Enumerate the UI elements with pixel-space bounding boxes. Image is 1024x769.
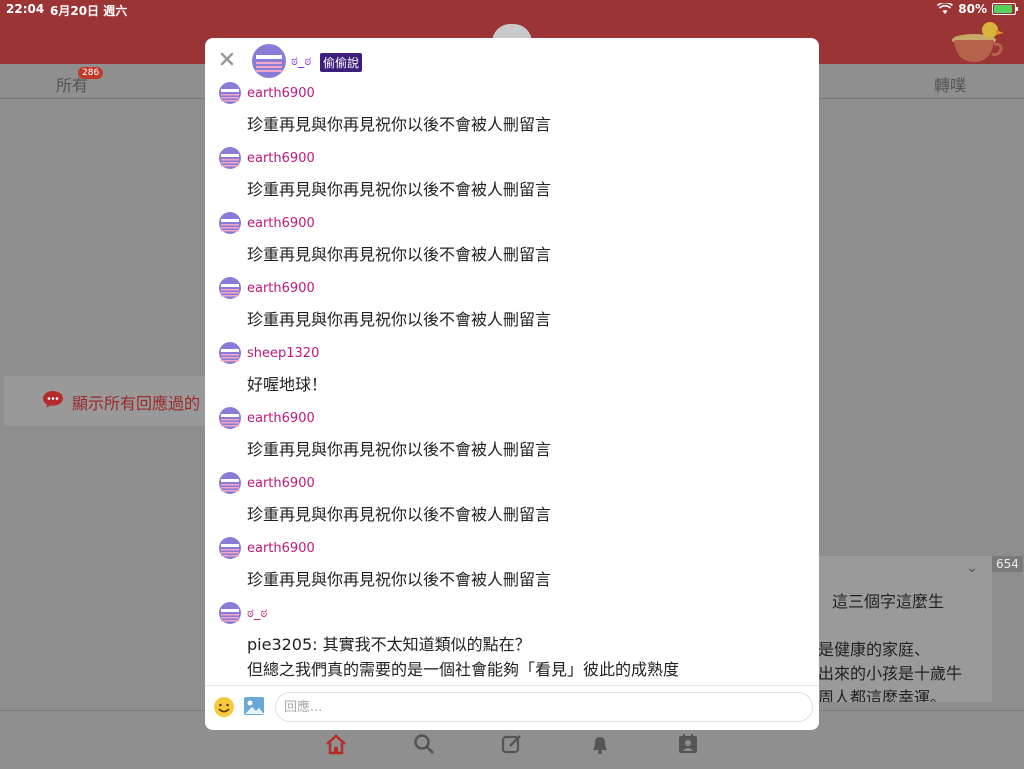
reply-input[interactable]	[275, 692, 813, 722]
commenter-name[interactable]: earth6900	[247, 216, 315, 231]
reply-filter-card[interactable]: 顯示所有回應過的	[4, 376, 214, 426]
battery-icon	[992, 3, 1018, 15]
comment-item: ಠ_ಠ pie3205: 其實我不太知道類似的點在？ 但總之我們真的需要的是一個社會…	[205, 602, 819, 679]
commenter-name[interactable]: earth6900	[247, 411, 315, 426]
responses-modal: ಠ_ಠ 偷偷說 earth6900 珍重再見與你再見祝你以後不會被人刪留言 eart…	[205, 38, 819, 730]
comment-line: 珍重再見與你再見祝你以後不會被人刪留言	[247, 505, 552, 524]
commenter-name[interactable]: earth6900	[247, 476, 315, 491]
owner-avatar[interactable]	[252, 44, 286, 78]
commenter-name[interactable]: earth6900	[247, 281, 315, 296]
comment-list: earth6900 珍重再見與你再見祝你以後不會被人刪留言 earth6900 珍重再…	[205, 82, 819, 685]
status-time: 22:04	[6, 2, 45, 16]
comment-line: 珍重再見與你再見祝你以後不會被人刪留言	[247, 440, 552, 459]
battery-percent: 80%	[958, 2, 987, 16]
commenter-name[interactable]: earth6900	[247, 541, 315, 556]
commenter-avatar[interactable]	[219, 342, 241, 364]
commenter-avatar[interactable]	[219, 537, 241, 559]
emoji-icon[interactable]	[213, 696, 235, 718]
comment-item: earth6900 珍重再見與你再見祝你以後不會被人刪留言	[205, 82, 819, 147]
comment-item: earth6900 珍重再見與你再見祝你以後不會被人刪留言	[205, 472, 819, 537]
reply-filter-text: 顯示所有回應過的	[72, 394, 201, 413]
comment-line: 珍重再見與你再見祝你以後不會被人刪留言	[247, 310, 552, 329]
comment-text: pie3205: 其實我不太知道類似的點在？ 但總之我們真的需要的是一個社會能夠「…	[247, 632, 679, 682]
comment-text: 珍重再見與你再見祝你以後不會被人刪留言	[247, 177, 551, 202]
commenter-avatar[interactable]	[219, 602, 241, 624]
comment-line: 珍重再見與你再見祝你以後不會被人刪留言	[247, 115, 552, 134]
compose-icon[interactable]	[501, 733, 523, 755]
comment-item: earth6900 珍重再見與你再見祝你以後不會被人刪留言	[205, 277, 819, 342]
post-text-line: 是健康的家庭、	[818, 640, 931, 659]
image-upload-icon[interactable]	[243, 695, 265, 717]
commenter-avatar[interactable]	[219, 212, 241, 234]
comment-bubble-icon	[43, 391, 63, 408]
owner-name[interactable]: ಠ_ಠ	[291, 54, 311, 69]
post-text-line: 這三個字這麼生	[832, 592, 945, 611]
modal-header: ಠ_ಠ 偷偷說	[205, 38, 819, 82]
comment-text: 珍重再見與你再見祝你以後不會被人刪留言	[247, 112, 551, 137]
post-response-count: 654	[992, 556, 1023, 572]
comment-line: 珍重再見與你再見祝你以後不會被人刪留言	[247, 180, 552, 199]
comment-line: 珍重再見與你再見祝你以後不會被人刪留言	[247, 570, 552, 589]
comment-text: 珍重再見與你再見祝你以後不會被人刪留言	[247, 242, 551, 267]
post-text-line: 周人都這麼幸運。	[818, 688, 947, 702]
background-post-card[interactable]: 這三個字這麼生 是健康的家庭、 出來的小孩是十歲牛 周人都這麼幸運。	[818, 556, 992, 702]
comment-text: 珍重再見與你再見祝你以後不會被人刪留言	[247, 502, 551, 527]
reply-composer	[205, 685, 819, 730]
comment-text: 珍重再見與你再見祝你以後不會被人刪留言	[247, 567, 551, 592]
commenter-name[interactable]: ಠ_ಠ	[247, 606, 267, 621]
bell-icon[interactable]	[589, 733, 611, 755]
comment-item: earth6900 珍重再見與你再見祝你以後不會被人刪留言	[205, 537, 819, 602]
comment-text: 珍重再見與你再見祝你以後不會被人刪留言	[247, 437, 551, 462]
commenter-avatar[interactable]	[219, 82, 241, 104]
commenter-name[interactable]: earth6900	[247, 86, 315, 101]
status-right: 80%	[937, 2, 1018, 16]
profile-icon[interactable]	[677, 733, 699, 755]
home-icon[interactable]	[325, 733, 347, 755]
chevron-down-icon[interactable]: ⌄	[966, 560, 978, 576]
search-icon[interactable]	[413, 733, 435, 755]
tab-all-badge: 286	[78, 67, 104, 79]
comment-item: earth6900 珍重再見與你再見祝你以後不會被人刪留言	[205, 407, 819, 472]
comment-item: earth6900 珍重再見與你再見祝你以後不會被人刪留言	[205, 212, 819, 277]
comment-line: 珍重再見與你再見祝你以後不會被人刪留言	[247, 245, 552, 264]
comment-line: 但總之我們真的需要的是一個社會能夠「看見」彼此的成熟度	[247, 660, 680, 679]
commenter-avatar[interactable]	[219, 147, 241, 169]
comment-item: sheep1320 好喔地球！	[205, 342, 819, 407]
commenter-avatar[interactable]	[219, 407, 241, 429]
battery-fill	[994, 5, 1012, 13]
comment-text: 珍重再見與你再見祝你以後不會被人刪留言	[247, 307, 551, 332]
close-icon[interactable]	[219, 51, 235, 67]
user-avatar-icon[interactable]	[950, 20, 1008, 66]
post-text-line: 出來的小孩是十歲牛	[818, 664, 963, 683]
commenter-avatar[interactable]	[219, 472, 241, 494]
tab-replurk[interactable]: 轉噗	[934, 72, 966, 96]
commenter-name[interactable]: earth6900	[247, 151, 315, 166]
comment-item: earth6900 珍重再見與你再見祝你以後不會被人刪留言	[205, 147, 819, 212]
comment-text: 好喔地球！	[247, 372, 327, 397]
status-date: 6月20日 週六	[50, 4, 128, 18]
comment-line: 好喔地球！	[247, 375, 328, 394]
secret-badge: 偷偷說	[320, 53, 363, 72]
status-bar: 22:04 6月20日 週六 80%	[0, 0, 1024, 20]
commenter-avatar[interactable]	[219, 277, 241, 299]
commenter-name[interactable]: sheep1320	[247, 346, 319, 361]
wifi-icon	[937, 3, 954, 14]
comment-line: pie3205: 其實我不太知道類似的點在？	[247, 635, 531, 654]
